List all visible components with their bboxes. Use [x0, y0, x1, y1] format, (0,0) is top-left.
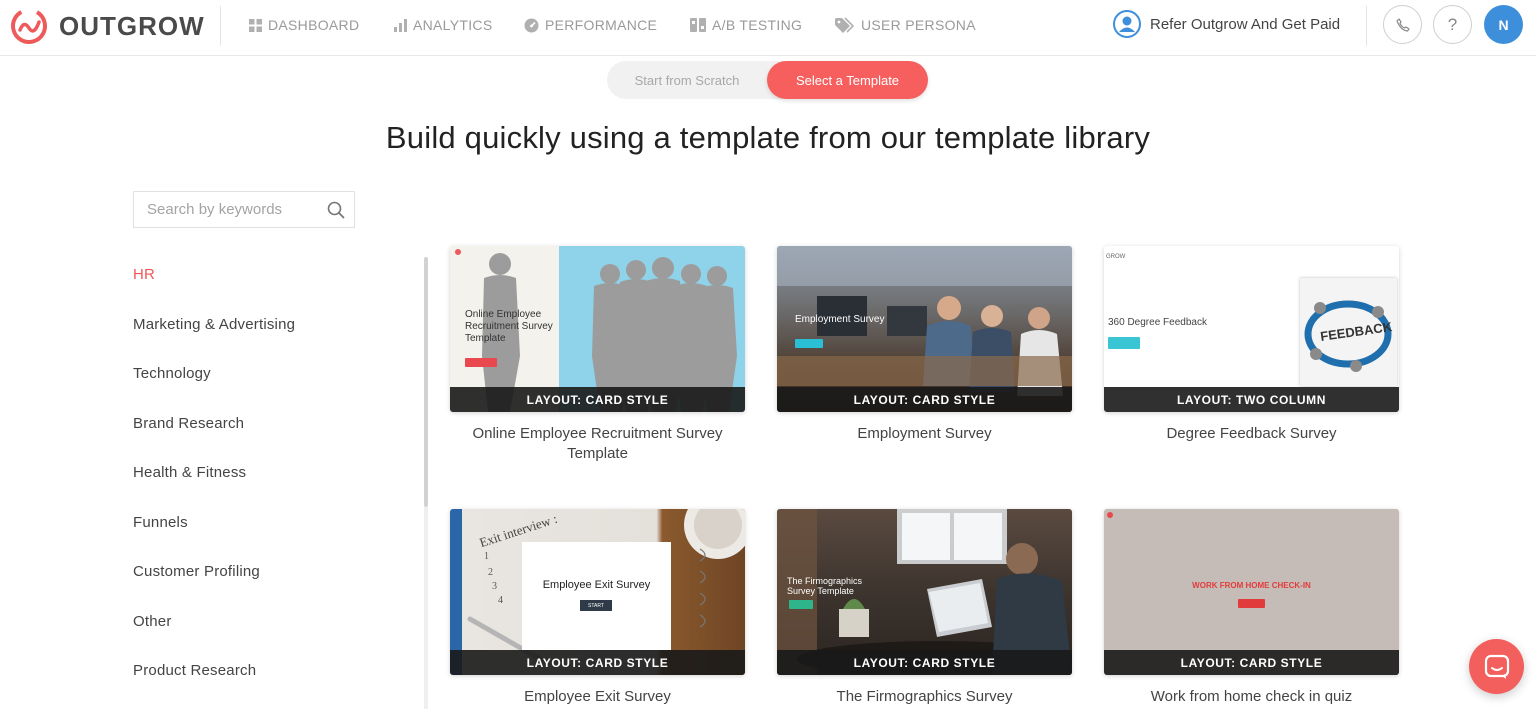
thumb-start-label: START — [588, 602, 604, 609]
svg-text:4: 4 — [498, 595, 503, 606]
template-thumbnail[interactable]: 1234 Exit interview : Employee Exit Surv… — [450, 509, 745, 675]
nav-item-label: USER PERSONA — [861, 17, 976, 33]
nav-item-label: PERFORMANCE — [545, 17, 658, 33]
outgrow-logo-icon — [11, 8, 47, 44]
thumb-start-button — [789, 600, 813, 609]
chat-icon — [1484, 654, 1509, 679]
nav-divider — [220, 6, 221, 46]
ab-test-icon — [690, 18, 706, 32]
category-other[interactable]: Other — [133, 597, 393, 647]
layout-badge: LAYOUT: CARD STYLE — [777, 387, 1072, 412]
layout-badge: LAYOUT: CARD STYLE — [450, 650, 745, 675]
template-card[interactable]: GROW 360 Degree Feedback FEEDBACK LAYOUT… — [1104, 246, 1399, 444]
thumb-heading: Employee Exit Survey — [542, 579, 651, 591]
thumb-heading: Employment Survey — [795, 314, 885, 325]
refer-label: Refer Outgrow And Get Paid — [1150, 15, 1341, 33]
layout-badge: LAYOUT: CARD STYLE — [450, 387, 745, 412]
svg-text:2: 2 — [488, 567, 493, 578]
category-list: HR Marketing & Advertising Technology Br… — [133, 250, 393, 696]
thumb-logo: GROW — [1106, 254, 1126, 260]
template-title[interactable]: Employment Survey — [777, 424, 1072, 444]
mode-toggle: Start from Scratch Select a Template — [607, 61, 928, 99]
thumb-start-button — [465, 358, 497, 367]
tag-icon — [835, 17, 855, 33]
nav-item-label: A/B TESTING — [712, 17, 803, 33]
avatar-initial: N — [1498, 16, 1509, 33]
category-product-research[interactable]: Product Research — [133, 646, 393, 696]
template-card[interactable]: Online Employee Recruitment Survey Templ… — [450, 246, 745, 463]
thumb-heading: The Firmographics Survey Template — [787, 576, 863, 596]
template-title[interactable]: Employee Exit Survey — [450, 687, 745, 707]
category-health-fitness[interactable]: Health & Fitness — [133, 448, 393, 498]
thumb-start-button — [795, 339, 823, 348]
start-from-scratch-tab[interactable]: Start from Scratch — [607, 61, 767, 99]
select-template-tab[interactable]: Select a Template — [767, 61, 928, 99]
thumb-heading: 360 Degree Feedback — [1108, 317, 1207, 328]
template-thumbnail[interactable]: Employment Survey LAYOUT: CARD STYLE — [777, 246, 1072, 412]
nav-item-dashboard[interactable]: DASHBOARD — [249, 14, 359, 36]
page-headline: Build quickly using a template from our … — [385, 120, 1151, 155]
thumb-content-card: Employee Exit Survey START — [522, 542, 671, 650]
nav-item-label: ANALYTICS — [413, 17, 493, 33]
category-technology[interactable]: Technology — [133, 349, 393, 399]
phone-icon — [1395, 17, 1410, 32]
layout-badge: LAYOUT: CARD STYLE — [777, 650, 1072, 675]
user-circle-icon — [1113, 10, 1141, 38]
thumb-logo-icon — [1107, 512, 1113, 518]
user-avatar[interactable]: N — [1484, 5, 1523, 44]
template-title[interactable]: Work from home check in quiz — [1104, 687, 1399, 707]
category-customer-profiling[interactable]: Customer Profiling — [133, 547, 393, 597]
template-card[interactable]: 1234 Exit interview : Employee Exit Surv… — [450, 509, 745, 707]
nav-item-analytics[interactable]: ANALYTICS — [394, 14, 492, 36]
template-card[interactable]: Employment Survey LAYOUT: CARD STYLE Emp… — [777, 246, 1072, 444]
category-funnels[interactable]: Funnels — [133, 498, 393, 548]
thumb-start-button: START — [580, 600, 612, 611]
search-input[interactable] — [134, 192, 322, 227]
category-marketing-advertising[interactable]: Marketing & Advertising — [133, 300, 393, 350]
top-navigation: OUTGROW DASHBOARD ANALYTICS PERFORMANCE … — [0, 0, 1536, 56]
phone-button[interactable] — [1383, 5, 1422, 44]
chat-widget-button[interactable] — [1469, 639, 1524, 694]
template-card[interactable]: WORK FROM HOME CHECK-IN LAYOUT: CARD STY… — [1104, 509, 1399, 707]
layout-badge: LAYOUT: TWO COLUMN — [1104, 387, 1399, 412]
feedback-image: FEEDBACK — [1300, 278, 1397, 386]
category-scrollbar-track[interactable] — [424, 507, 428, 709]
thumb-heading: WORK FROM HOME CHECK-IN — [1192, 581, 1311, 590]
template-card[interactable]: The Firmographics Survey Template LAYOUT… — [777, 509, 1072, 707]
outgrow-logo[interactable]: OUTGROW — [9, 6, 205, 46]
bar-chart-icon — [394, 18, 407, 32]
gauge-icon — [524, 18, 539, 32]
template-thumbnail[interactable]: The Firmographics Survey Template LAYOUT… — [777, 509, 1072, 675]
template-search — [133, 191, 355, 228]
nav-item-label: DASHBOARD — [268, 17, 360, 33]
template-title[interactable]: Online Employee Recruitment Survey Templ… — [450, 424, 745, 463]
thumb-start-button — [1238, 599, 1265, 608]
svg-text:3: 3 — [492, 581, 497, 592]
nav-divider — [1366, 6, 1367, 46]
nav-item-ab-testing[interactable]: A/B TESTING — [690, 14, 802, 36]
brand-name: OUTGROW — [59, 10, 205, 41]
category-hr[interactable]: HR — [133, 250, 393, 300]
svg-text:1: 1 — [484, 551, 489, 562]
thumb-heading: Online Employee Recruitment Survey Templ… — [465, 309, 553, 344]
template-thumbnail[interactable]: Online Employee Recruitment Survey Templ… — [450, 246, 745, 412]
template-title[interactable]: Degree Feedback Survey — [1104, 424, 1399, 444]
grid-icon — [249, 18, 262, 32]
question-mark-icon: ? — [1447, 14, 1458, 34]
search-icon[interactable] — [327, 201, 345, 219]
nav-item-performance[interactable]: PERFORMANCE — [524, 14, 657, 36]
thumb-start-button — [1108, 337, 1140, 349]
layout-badge: LAYOUT: CARD STYLE — [1104, 650, 1399, 675]
template-thumbnail[interactable]: GROW 360 Degree Feedback FEEDBACK LAYOUT… — [1104, 246, 1399, 412]
refer-link[interactable]: Refer Outgrow And Get Paid — [1113, 10, 1340, 38]
help-button[interactable]: ? — [1433, 5, 1472, 44]
template-thumbnail[interactable]: WORK FROM HOME CHECK-IN LAYOUT: CARD STY… — [1104, 509, 1399, 675]
category-brand-research[interactable]: Brand Research — [133, 399, 393, 449]
template-title[interactable]: The Firmographics Survey — [777, 687, 1072, 707]
nav-item-user-persona[interactable]: USER PERSONA — [835, 14, 976, 36]
category-scrollbar[interactable] — [424, 257, 428, 507]
